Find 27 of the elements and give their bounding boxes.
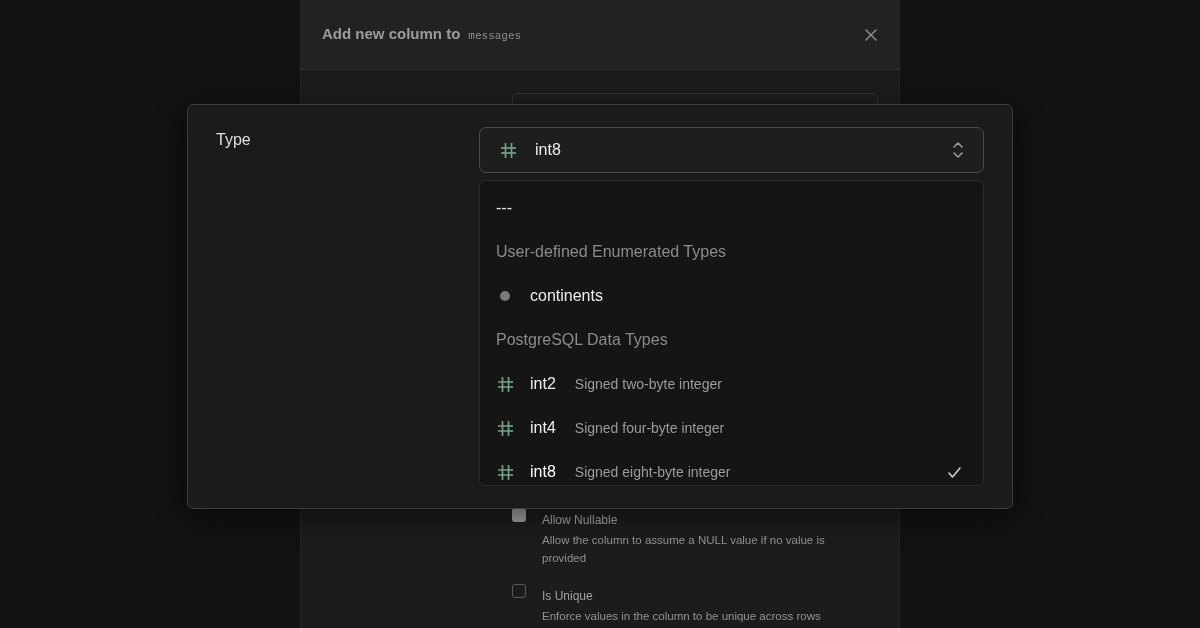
- dot-icon: [500, 291, 510, 301]
- option-description: Allow the column to assume a NULL value if no value is provided: [542, 533, 826, 566]
- option-description: Signed two-byte integer: [574, 374, 722, 394]
- option-title: Is Unique: [542, 588, 593, 604]
- option-label[interactable]: int8: [530, 460, 556, 484]
- field-label: Type: [216, 130, 251, 150]
- checkbox[interactable]: [512, 584, 526, 598]
- option-description: Signed eight-byte integer: [574, 462, 731, 482]
- option-label[interactable]: int2: [530, 372, 556, 396]
- chevron-up-down-icon: [953, 142, 963, 158]
- option-description: Signed four-byte integer: [574, 418, 725, 438]
- hash-icon: [497, 420, 513, 436]
- type-select[interactable]: int8: [479, 127, 984, 173]
- option-title: Allow Nullable: [542, 512, 618, 528]
- check-icon: [948, 466, 961, 478]
- dialog-title: Add new column to: [322, 24, 461, 45]
- option-label[interactable]: continents: [530, 284, 603, 308]
- option-description: Enforce values in the column to be unique across rows: [542, 609, 821, 624]
- hash-icon: [501, 142, 516, 158]
- close-icon[interactable]: [865, 28, 877, 41]
- none-option[interactable]: ---: [496, 196, 512, 220]
- group-heading: PostgreSQL Data Types: [496, 330, 668, 350]
- group-heading: User-defined Enumerated Types: [496, 242, 727, 262]
- table-name: messages: [468, 29, 522, 45]
- hash-icon: [497, 464, 513, 480]
- option-label[interactable]: int4: [530, 416, 556, 440]
- hash-icon: [497, 376, 513, 392]
